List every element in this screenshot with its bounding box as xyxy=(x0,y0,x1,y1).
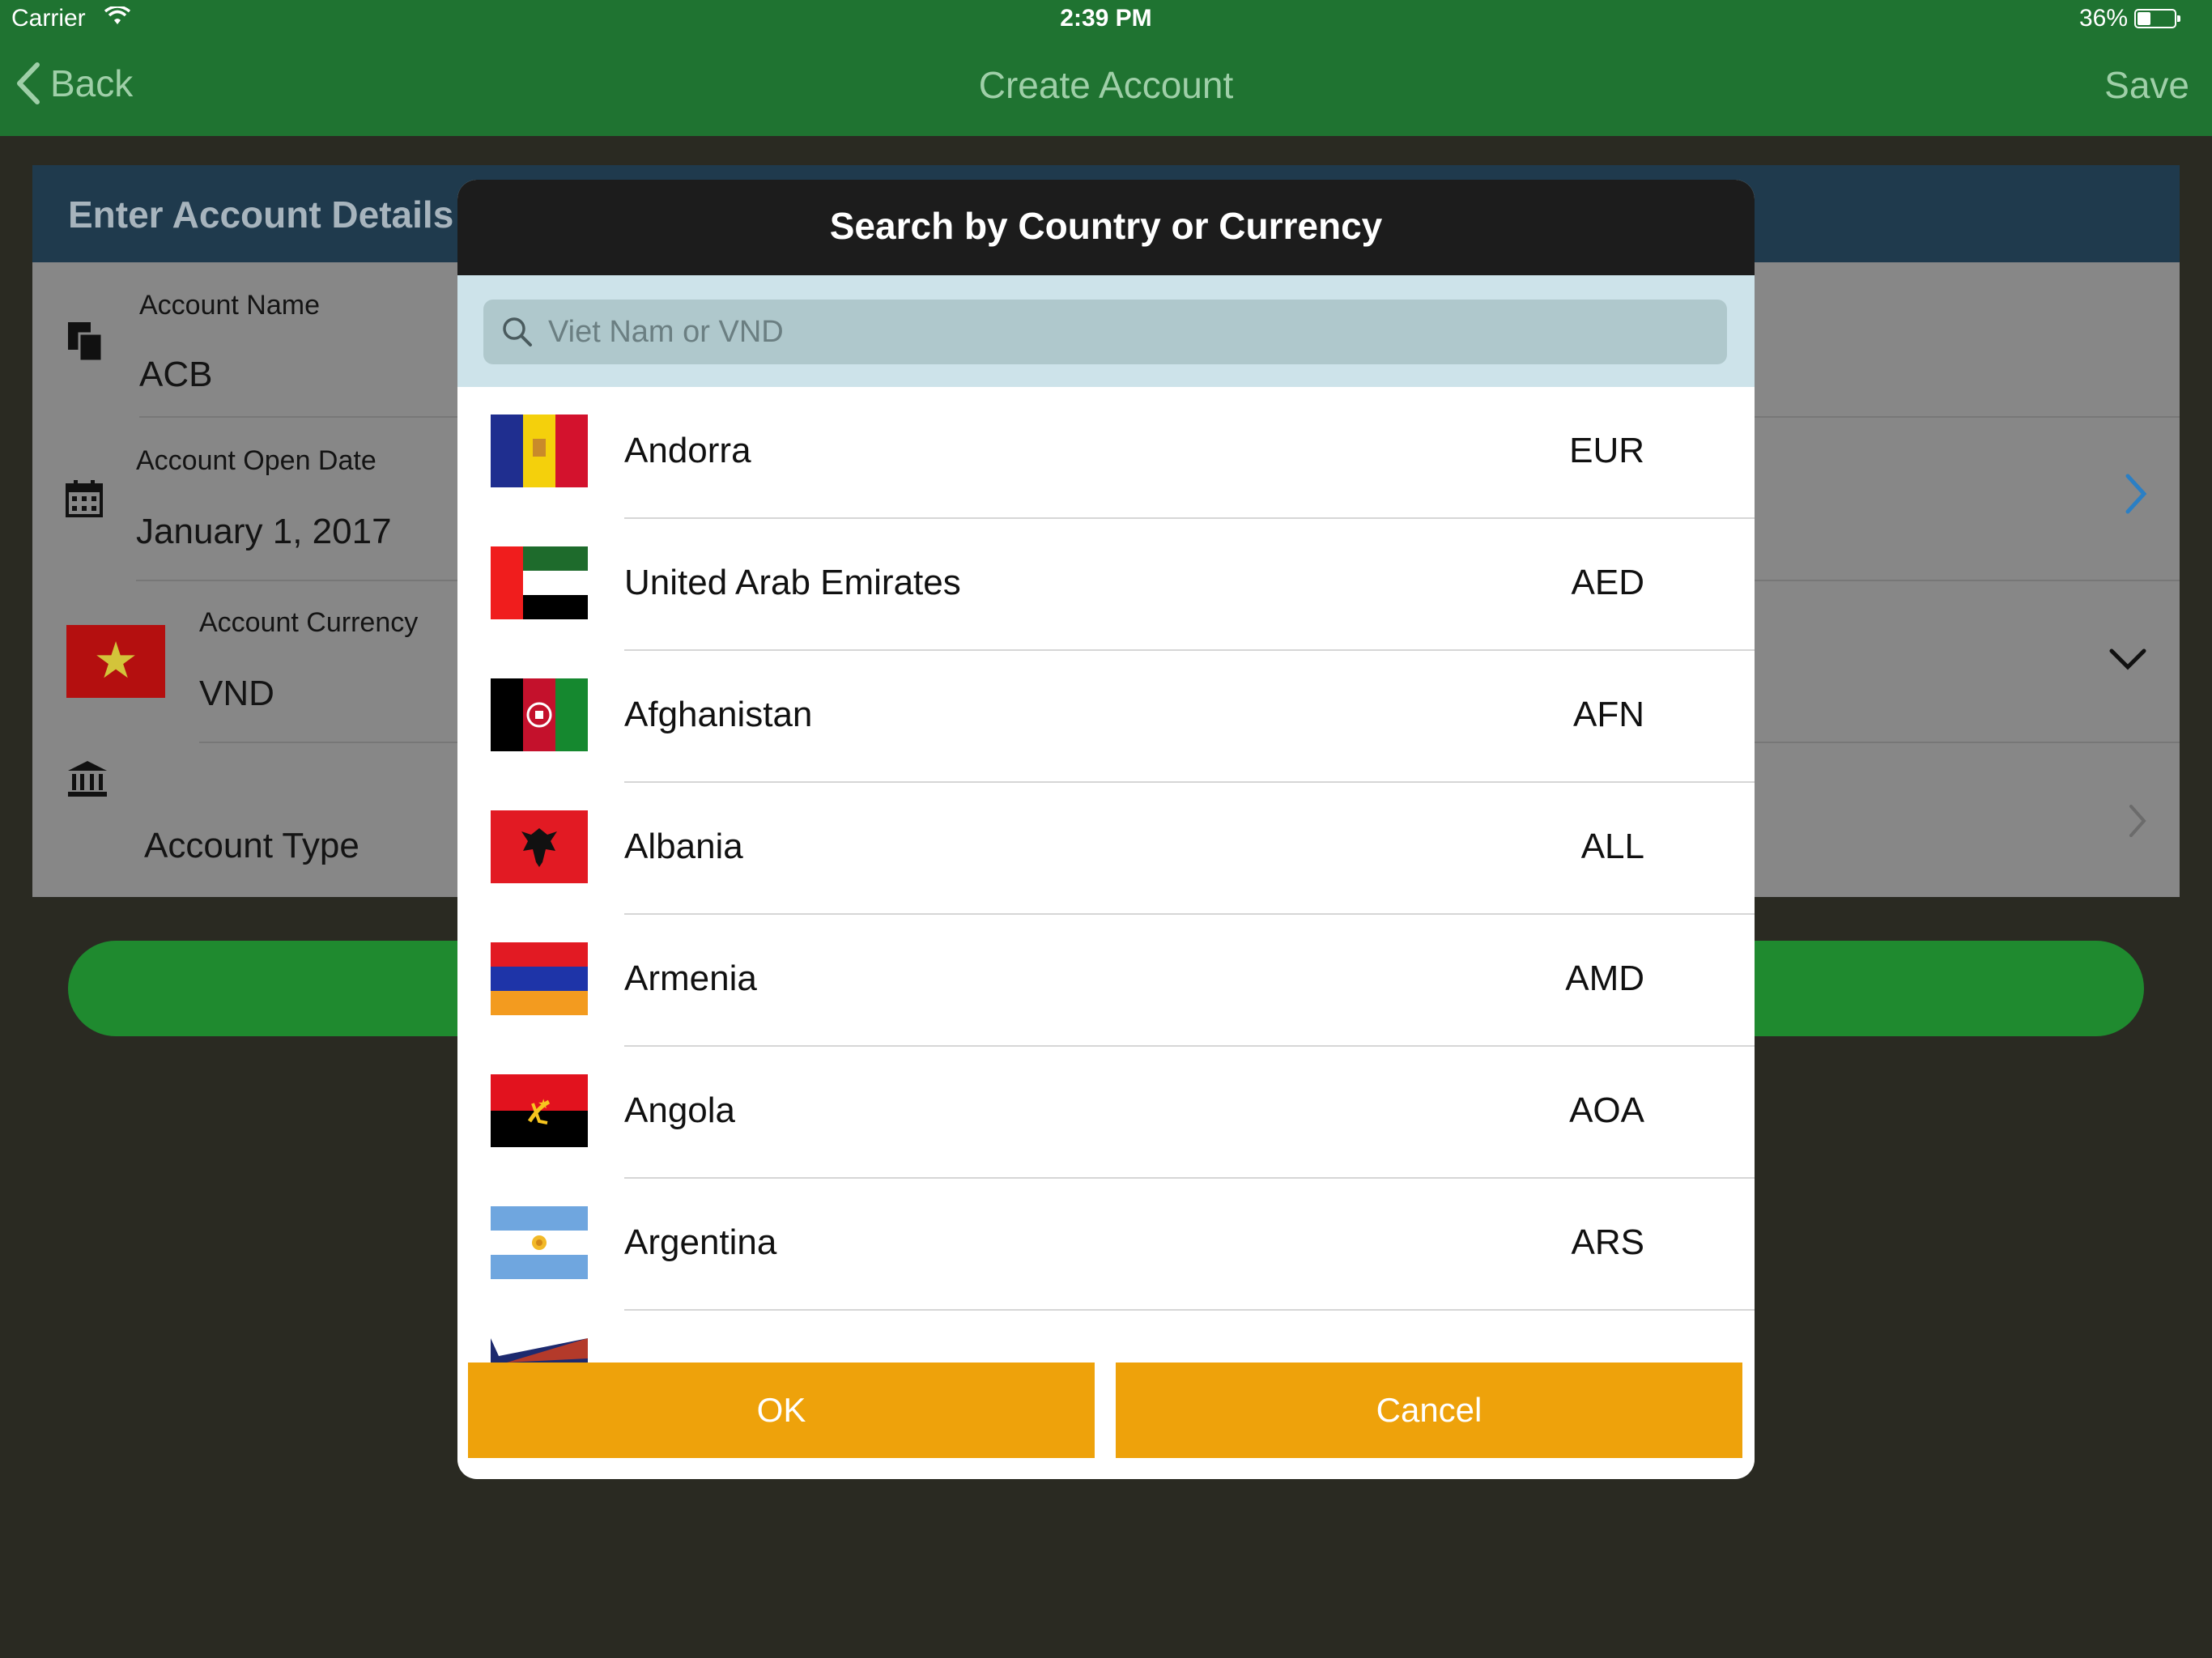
account-name-value[interactable]: ACB xyxy=(139,355,212,395)
document-icon xyxy=(65,319,107,368)
list-item[interactable]: Argentina ARS xyxy=(457,1179,1755,1311)
card-header-title: Enter Account Details xyxy=(68,193,454,236)
account-name-label: Account Name xyxy=(139,290,320,321)
battery-icon xyxy=(2134,9,2180,28)
list-item[interactable]: United Arab Emirates AED xyxy=(457,519,1755,651)
currency-code: AOA xyxy=(1569,1090,1644,1130)
list-item[interactable]: Albania ALL xyxy=(457,783,1755,915)
status-bar: Carrier 2:39 PM 36% xyxy=(0,0,2212,39)
country-name: Albania xyxy=(624,827,743,866)
status-time: 2:39 PM xyxy=(1060,5,1152,32)
albania-flag xyxy=(491,810,588,883)
cancel-button[interactable]: Cancel xyxy=(1116,1363,1742,1458)
currency-code: AMD xyxy=(1565,959,1644,998)
armenia-flag xyxy=(491,942,588,1015)
currency-value[interactable]: VND xyxy=(199,674,274,714)
open-date-value[interactable]: January 1, 2017 xyxy=(136,512,392,552)
chevron-right-icon[interactable] xyxy=(2125,473,2147,519)
currency-label: Account Currency xyxy=(199,607,419,638)
currency-code: EUR xyxy=(1569,431,1644,470)
search-input[interactable] xyxy=(548,300,1682,364)
search-icon xyxy=(501,316,534,352)
vietnam-flag: ★ xyxy=(66,625,165,698)
battery-percent: 36% xyxy=(2078,5,2128,32)
navigation-bar: Back Create Account Save xyxy=(0,39,2212,136)
currency-code: AFN xyxy=(1573,695,1644,734)
currency-code: AED xyxy=(1571,563,1644,602)
afghanistan-flag xyxy=(491,678,588,751)
calendar-icon xyxy=(65,479,104,522)
bank-icon xyxy=(66,759,108,802)
search-box[interactable] xyxy=(483,300,1727,364)
country-name: Armenia xyxy=(624,959,757,998)
andorra-flag xyxy=(491,414,588,487)
country-name: United Arab Emirates xyxy=(624,563,961,602)
chevron-down-icon[interactable] xyxy=(2108,646,2147,676)
currency-search-modal: Search by Country or Currency Andorra EU… xyxy=(457,180,1755,1479)
uae-flag xyxy=(491,546,588,619)
list-item[interactable]: Armenia AMD xyxy=(457,915,1755,1047)
country-name: Afghanistan xyxy=(624,695,813,734)
ok-button[interactable]: OK xyxy=(468,1363,1095,1458)
angola-flag: ★ xyxy=(491,1074,588,1147)
list-item[interactable]: Andorra EUR xyxy=(457,387,1755,519)
currency-code: ARS xyxy=(1571,1222,1644,1262)
country-list[interactable]: Andorra EUR United Arab Emirates AED Afg… xyxy=(457,387,1755,1439)
modal-title: Search by Country or Currency xyxy=(829,205,1383,247)
argentina-flag xyxy=(491,1206,588,1279)
chevron-right-icon[interactable] xyxy=(2128,803,2147,843)
page-title: Create Account xyxy=(978,64,1234,106)
list-item[interactable]: Afghanistan AFN xyxy=(457,651,1755,783)
modal-header: Search by Country or Currency xyxy=(457,180,1755,275)
svg-text:★: ★ xyxy=(538,1098,549,1112)
list-item[interactable]: ★ Angola AOA xyxy=(457,1047,1755,1179)
currency-code: ALL xyxy=(1580,827,1644,866)
country-name: Argentina xyxy=(624,1222,777,1262)
country-name: Andorra xyxy=(624,431,751,470)
country-name: Angola xyxy=(624,1090,736,1130)
save-button[interactable]: Save xyxy=(2104,63,2189,107)
account-type-label[interactable]: Account Type xyxy=(144,826,359,866)
open-date-label: Account Open Date xyxy=(136,445,376,476)
